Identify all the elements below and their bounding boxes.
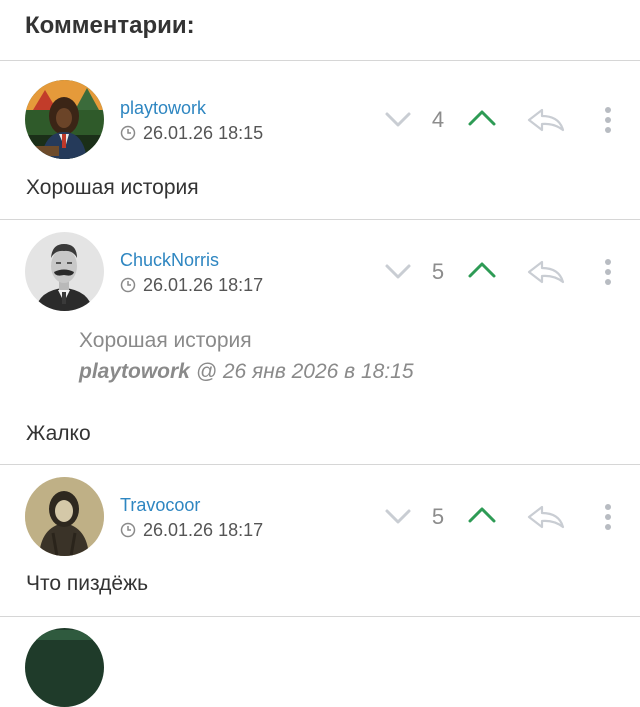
chevron-down-icon[interactable] — [384, 507, 412, 527]
chevron-up-icon[interactable] — [467, 260, 497, 280]
quote-date: @ 26 янв 2026 в 18:15 — [189, 360, 414, 383]
vote-count: 5 — [431, 259, 445, 284]
divider — [0, 219, 640, 220]
quote-author[interactable]: playtowork — [79, 360, 190, 383]
chevron-up-icon[interactable] — [467, 108, 497, 128]
more-vertical-icon[interactable] — [602, 503, 614, 531]
comment-text: Хорошая история — [26, 176, 199, 199]
divider — [0, 616, 640, 617]
avatar[interactable] — [25, 628, 104, 707]
timestamp: 26.01.26 18:15 — [143, 123, 264, 143]
timestamp: 26.01.26 18:17 — [143, 520, 264, 540]
chevron-up-icon[interactable] — [467, 505, 497, 525]
timestamp: 26.01.26 18:17 — [143, 275, 264, 295]
avatar[interactable] — [25, 477, 104, 556]
comment-text: Что пиздёжь — [26, 572, 149, 595]
divider — [0, 464, 640, 465]
divider — [0, 60, 640, 61]
clock-icon — [120, 125, 136, 141]
clock-icon — [120, 522, 136, 538]
chevron-down-icon[interactable] — [384, 262, 412, 282]
reply-icon[interactable] — [526, 107, 566, 133]
username[interactable]: Travocoor — [120, 495, 200, 516]
quote-text: Хорошая история — [79, 329, 252, 352]
avatar[interactable] — [25, 80, 104, 159]
vote-count: 5 — [431, 504, 445, 529]
reply-icon[interactable] — [526, 504, 566, 530]
comments-heading: Комментарии: — [25, 12, 195, 39]
quote-attribution: playtowork @ 26 янв 2026 в 18:15 — [79, 360, 414, 384]
chevron-down-icon[interactable] — [384, 110, 412, 130]
more-vertical-icon[interactable] — [602, 258, 614, 286]
comment-text: Жалко — [26, 422, 91, 445]
vote-count: 4 — [431, 107, 445, 132]
reply-icon[interactable] — [526, 259, 566, 285]
username[interactable]: playtowork — [120, 98, 206, 119]
username[interactable]: ChuckNorris — [120, 250, 219, 271]
avatar[interactable] — [25, 232, 104, 311]
clock-icon — [120, 277, 136, 293]
more-vertical-icon[interactable] — [602, 106, 614, 134]
